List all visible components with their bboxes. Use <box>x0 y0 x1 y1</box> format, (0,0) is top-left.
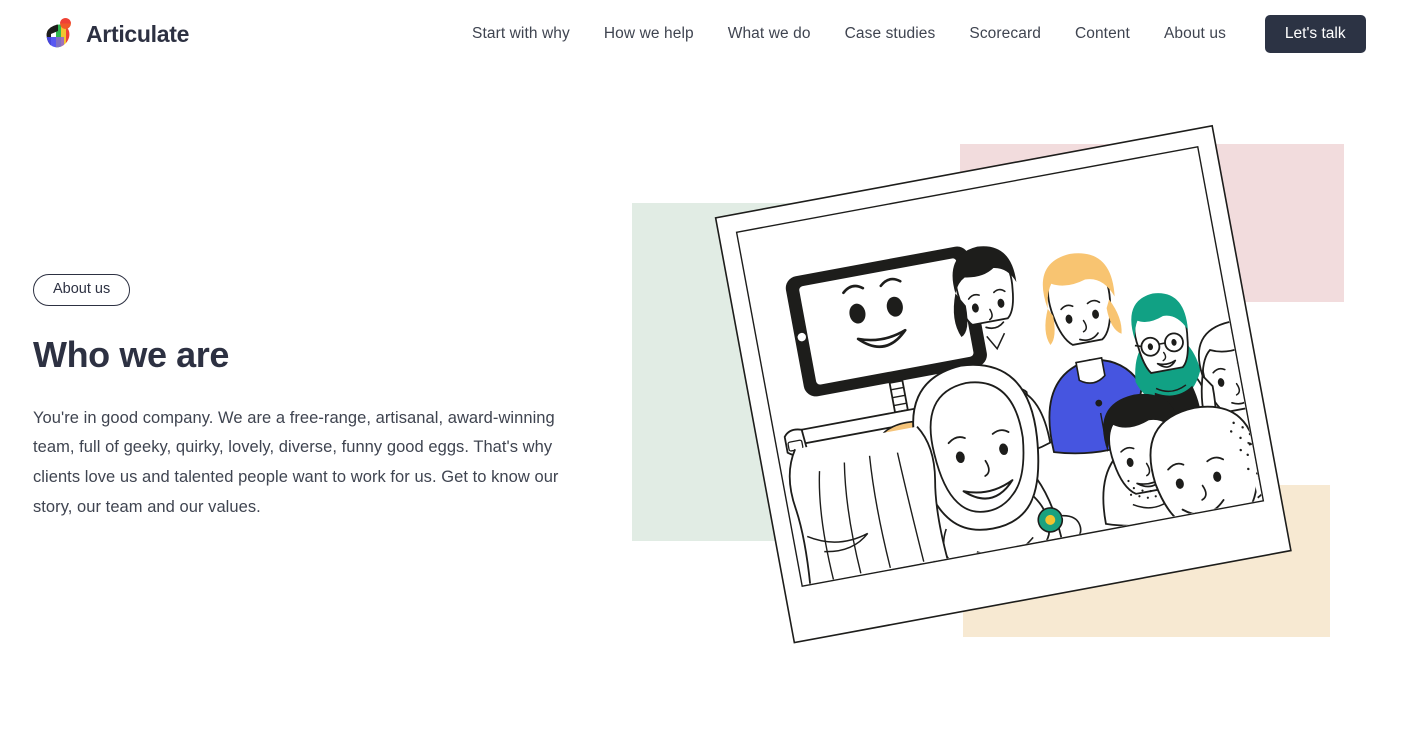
nav-item-how-we-help[interactable]: How we help <box>587 19 711 50</box>
nav-item-case-studies[interactable]: Case studies <box>828 19 953 50</box>
nav-item-what-we-do[interactable]: What we do <box>711 19 828 50</box>
about-us-eyebrow-pill[interactable]: About us <box>33 274 131 306</box>
nav-item-about-us[interactable]: About us <box>1147 19 1243 50</box>
page-title: Who we are <box>33 333 230 375</box>
nav-item-start-with-why[interactable]: Start with why <box>455 19 587 50</box>
page-root: Articulate Start with why How we help Wh… <box>0 0 1404 755</box>
hero-copy: About us Who we are You're in good compa… <box>33 274 593 522</box>
illustration-svg <box>632 124 1344 644</box>
brand-name: Articulate <box>86 20 190 47</box>
nav-item-content[interactable]: Content <box>1058 19 1147 50</box>
primary-navigation: Start with why How we help What we do Ca… <box>455 0 1366 68</box>
site-header: Articulate Start with why How we help Wh… <box>0 0 1404 68</box>
brand-logo-link[interactable]: Articulate <box>40 17 189 51</box>
nav-item-scorecard[interactable]: Scorecard <box>952 19 1058 50</box>
lets-talk-button[interactable]: Let's talk <box>1264 14 1366 54</box>
hero-description: You're in good company. We are a free-ra… <box>33 408 559 516</box>
team-photo-illustration <box>600 120 1404 660</box>
articulate-leaf-logo-icon <box>40 17 76 51</box>
